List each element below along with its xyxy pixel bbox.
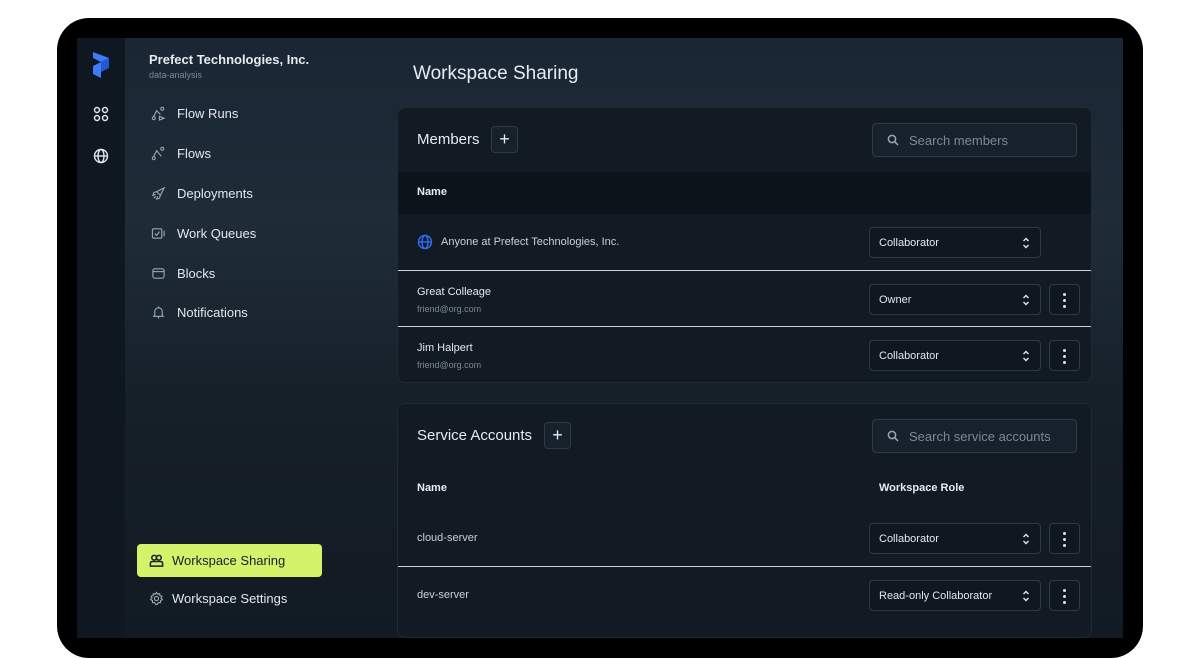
column-header-name: Name xyxy=(417,482,447,494)
sidebar-item-label: Workspace Settings xyxy=(172,591,288,606)
role-value: Collaborator xyxy=(879,236,939,249)
service-account-name: cloud-server xyxy=(417,532,478,544)
gear-icon xyxy=(149,591,164,606)
member-email: friend@org.com xyxy=(417,360,482,370)
table-row: Anyone at Prefect Technologies, Inc. Col… xyxy=(398,214,1091,270)
role-value: Owner xyxy=(879,293,912,306)
members-header: Members + Search members xyxy=(398,108,1091,172)
service-accounts-table-header: Name Workspace Role xyxy=(398,468,1091,510)
role-select[interactable]: Read-only Collaborator xyxy=(869,580,1041,611)
sidebar-item-label: Workspace Sharing xyxy=(172,553,286,568)
role-select[interactable]: Collaborator xyxy=(869,523,1041,554)
service-account-name: dev-server xyxy=(417,589,469,601)
kebab-dot xyxy=(1063,293,1066,296)
bell-icon xyxy=(152,305,165,319)
kebab-dot xyxy=(1063,305,1066,308)
sidebar-item-work-queues[interactable]: Work Queues xyxy=(151,222,256,244)
sidebar-item-workspace-sharing[interactable]: Workspace Sharing xyxy=(137,544,322,577)
member-name: Anyone at Prefect Technologies, Inc. xyxy=(441,236,620,248)
table-row: dev-server Read-only Collaborator xyxy=(398,566,1091,622)
globe-icon[interactable] xyxy=(93,148,109,164)
member-email: friend@org.com xyxy=(417,304,482,314)
work-queue-icon xyxy=(151,227,165,239)
search-placeholder: Search service accounts xyxy=(909,428,1051,444)
member-name: Great Colleage xyxy=(417,286,491,298)
kebab-dot xyxy=(1063,544,1066,547)
members-title: Members xyxy=(417,131,480,148)
chevron-up-down-icon xyxy=(1023,237,1029,249)
search-placeholder: Search members xyxy=(909,132,1008,148)
kebab-dot xyxy=(1063,299,1066,302)
more-options-button[interactable] xyxy=(1049,523,1080,554)
sidebar-item-label: Work Queues xyxy=(177,225,257,241)
workspaces-grid-icon[interactable] xyxy=(93,106,109,122)
kebab-dot xyxy=(1063,355,1066,358)
role-value: Collaborator xyxy=(879,532,939,545)
kebab-dot xyxy=(1063,595,1066,598)
more-options-button[interactable] xyxy=(1049,284,1080,315)
add-member-button[interactable]: + xyxy=(491,126,518,153)
sidebar-item-notifications[interactable]: Notifications xyxy=(151,301,248,323)
members-table-header: Name xyxy=(398,172,1091,214)
org-name: Prefect Technologies, Inc. xyxy=(149,52,310,67)
service-accounts-header: Service Accounts + Search service accoun… xyxy=(398,404,1091,468)
search-members-input[interactable]: Search members xyxy=(872,123,1077,157)
column-header-workspace-role: Workspace Role xyxy=(879,482,965,494)
kebab-dot xyxy=(1063,361,1066,364)
flow-runs-icon xyxy=(151,106,166,121)
service-accounts-card: Service Accounts + Search service accoun… xyxy=(397,403,1092,638)
chevron-up-down-icon xyxy=(1023,294,1029,306)
sidebar-item-flows[interactable]: Flows xyxy=(151,142,211,164)
chevron-up-down-icon xyxy=(1023,533,1029,545)
search-icon xyxy=(887,430,899,442)
service-accounts-title: Service Accounts xyxy=(417,427,533,444)
table-row: Great Colleage friend@org.com Owner xyxy=(398,270,1091,326)
table-row: Jim Halpert friend@org.com Collaborator xyxy=(398,326,1091,382)
kebab-dot xyxy=(1063,349,1066,352)
sidebar-item-workspace-settings[interactable]: Workspace Settings xyxy=(149,591,287,606)
chevron-up-down-icon xyxy=(1023,350,1029,362)
role-value: Read-only Collaborator xyxy=(879,589,993,602)
sidebar-item-label: Flow Runs xyxy=(177,105,239,121)
column-header-name: Name xyxy=(417,186,447,198)
sidebar-item-deployments[interactable]: Deployments xyxy=(151,182,253,204)
sidebar-item-label: Flows xyxy=(177,145,211,161)
prefect-logo[interactable] xyxy=(91,52,111,78)
kebab-dot xyxy=(1063,532,1066,535)
kebab-dot xyxy=(1063,589,1066,592)
sidebar-item-flow-runs[interactable]: Flow Runs xyxy=(151,102,238,124)
members-card: Members + Search members Name Anyone at … xyxy=(397,107,1092,383)
role-select[interactable]: Collaborator xyxy=(869,227,1041,258)
kebab-dot xyxy=(1063,538,1066,541)
sidebar: Prefect Technologies, Inc. data-analysis… xyxy=(125,38,385,638)
app-window: Prefect Technologies, Inc. data-analysis… xyxy=(77,38,1123,638)
search-service-accounts-input[interactable]: Search service accounts xyxy=(872,419,1077,453)
more-options-button[interactable] xyxy=(1049,580,1080,611)
role-value: Collaborator xyxy=(879,349,939,362)
blocks-icon xyxy=(152,267,165,279)
role-select[interactable]: Collaborator xyxy=(869,340,1041,371)
role-select[interactable]: Owner xyxy=(869,284,1041,315)
sidebar-item-label: Deployments xyxy=(177,185,253,201)
more-options-button[interactable] xyxy=(1049,340,1080,371)
chevron-up-down-icon xyxy=(1023,590,1029,602)
search-icon xyxy=(887,134,899,146)
add-service-account-button[interactable]: + xyxy=(544,422,571,449)
rocket-icon xyxy=(151,186,166,200)
workspace-name: data-analysis xyxy=(149,70,203,80)
org-switcher[interactable]: Prefect Technologies, Inc. data-analysis xyxy=(149,52,309,80)
flows-icon xyxy=(151,146,165,160)
icon-rail xyxy=(77,38,125,638)
sidebar-item-blocks[interactable]: Blocks xyxy=(151,262,215,284)
users-icon xyxy=(149,554,164,567)
sidebar-item-label: Blocks xyxy=(177,265,216,281)
member-name: Jim Halpert xyxy=(417,342,473,354)
page-title: Workspace Sharing xyxy=(413,63,579,84)
table-row: cloud-server Collaborator xyxy=(398,510,1091,566)
sidebar-item-label: Notifications xyxy=(177,304,248,320)
globe-icon xyxy=(417,234,433,250)
kebab-dot xyxy=(1063,601,1066,604)
